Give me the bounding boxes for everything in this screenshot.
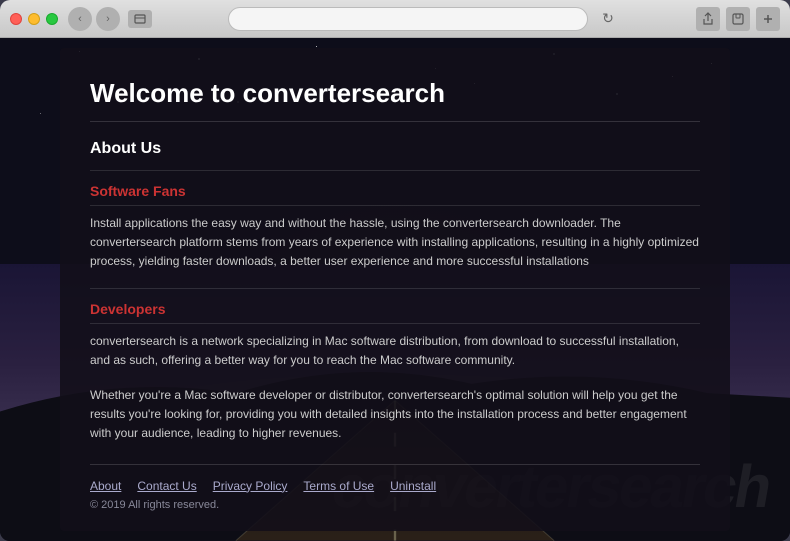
developers-heading: Developers [90,301,700,324]
tab-overview-button[interactable] [128,10,152,28]
footer-link-contact[interactable]: Contact Us [137,479,196,493]
titlebar: ‹ › ↻ [0,0,790,38]
developers-text-1: convertersearch is a network specializin… [90,332,700,370]
footer-link-terms[interactable]: Terms of Use [303,479,374,493]
address-bar[interactable] [228,7,588,31]
add-tab-button[interactable] [756,7,780,31]
software-fans-text: Install applications the easy way and wi… [90,214,700,272]
footer-copyright: © 2019 All rights reserved. [90,499,700,511]
about-us-heading: About Us [90,140,700,158]
developers-text-2: Whether you're a Mac software developer … [90,386,700,444]
toolbar-right [696,7,780,31]
content-panel[interactable]: Welcome to convertersearch About Us Soft… [60,48,730,531]
divider-1 [90,170,700,171]
minimize-button[interactable] [28,13,40,25]
nav-buttons: ‹ › [68,7,120,31]
footer-link-uninstall[interactable]: Uninstall [390,479,436,493]
browser-content: convertersearch Welcome to convertersear… [0,38,790,541]
reload-button[interactable]: ↻ [596,7,620,31]
back-button[interactable]: ‹ [68,7,92,31]
address-bar-container: ↻ [160,7,688,31]
footer-link-privacy[interactable]: Privacy Policy [213,479,288,493]
share-button[interactable] [696,7,720,31]
software-fans-heading: Software Fans [90,183,700,206]
footer: About Contact Us Privacy Policy Terms of… [90,464,700,511]
footer-links: About Contact Us Privacy Policy Terms of… [90,479,700,493]
maximize-button[interactable] [46,13,58,25]
footer-link-about[interactable]: About [90,479,121,493]
browser-window: ‹ › ↻ [0,0,790,541]
close-button[interactable] [10,13,22,25]
divider-2 [90,288,700,289]
traffic-lights [10,13,58,25]
page-title: Welcome to convertersearch [90,78,700,122]
forward-button[interactable]: › [96,7,120,31]
new-tab-button[interactable] [726,7,750,31]
